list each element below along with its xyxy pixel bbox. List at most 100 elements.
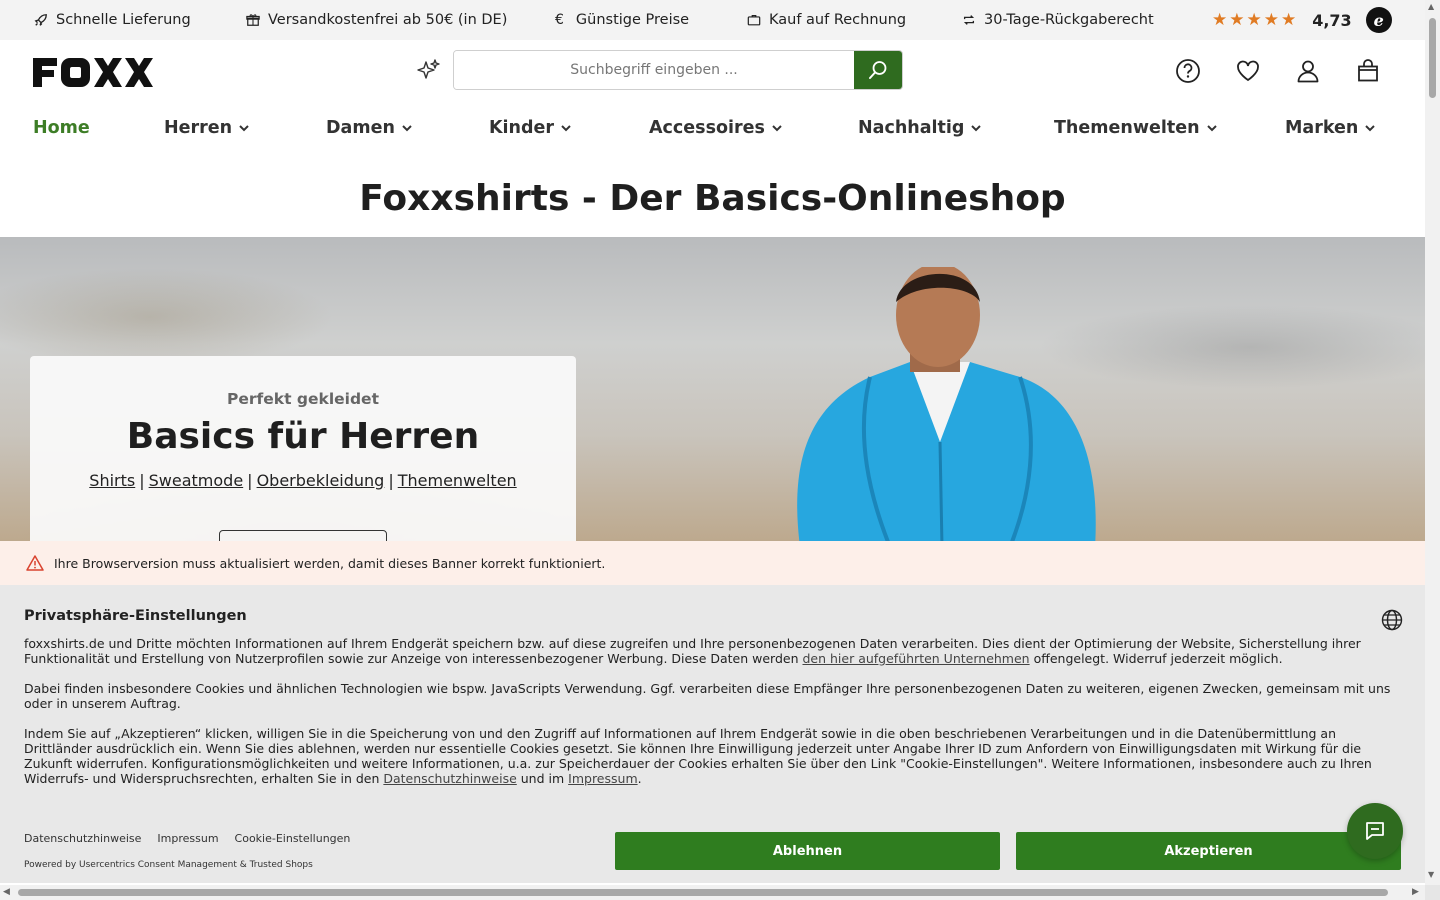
nav-label: Accessoires <box>649 118 765 138</box>
hero-teaser-card: Perfekt gekleidet Basics für Herren Shir… <box>30 356 576 541</box>
nav-label: Damen <box>326 118 395 138</box>
chevron-down-icon <box>772 125 782 132</box>
rating-score: 4,73 <box>1312 10 1352 30</box>
hero-category-links: Shirts | Sweatmode | Oberbekleidung | Themenwe… <box>30 471 576 490</box>
usp-bar: Schnelle Lieferung Versandkostenfrei ab … <box>0 0 1425 40</box>
consent-text: Privatsphäre-Einstellungen foxxshirts.de… <box>0 585 1425 787</box>
consent-footer-links: Datenschutzhinweise Impressum Cookie-Ein… <box>24 832 350 845</box>
nav-item-herren[interactable]: Herren <box>164 118 250 138</box>
hero-link-shirts[interactable]: Shirts <box>89 471 135 490</box>
nav-item-accessoires[interactable]: Accessoires <box>649 118 783 138</box>
browser-warning: Ihre Browserversion muss aktualisiert we… <box>0 541 1425 585</box>
hero-link-oberbekleidung[interactable]: Oberbekleidung <box>257 471 385 490</box>
chevron-down-icon <box>1206 125 1217 132</box>
chat-bubble-icon <box>1366 822 1384 840</box>
nav-item-nachhaltig[interactable]: Nachhaltig <box>858 118 982 138</box>
nav-item-themenwelten[interactable]: Themenwelten <box>1054 118 1218 138</box>
imprint-link-inline[interactable]: Impressum <box>568 771 637 786</box>
hero-link-themenwelten[interactable]: Themenwelten <box>398 471 517 490</box>
scroll-up-arrow-icon[interactable]: ▲ <box>1428 2 1434 11</box>
consent-paragraph: Indem Sie auf „Akzeptieren“ klicken, wil… <box>24 726 1401 786</box>
hero-kicker: Perfekt gekleidet <box>227 390 379 408</box>
nav-item-kinder[interactable]: Kinder <box>489 118 572 138</box>
warning-icon <box>26 555 44 571</box>
chevron-down-icon <box>239 125 249 132</box>
usp-label: Günstige Preise <box>575 12 690 28</box>
usp-returns: 30-Tage-Rückgaberecht <box>962 0 1154 40</box>
privacy-policy-link[interactable]: Datenschutzhinweise <box>24 832 141 845</box>
trusted-shops-badge-icon: e <box>1365 7 1392 33</box>
link-separator: | <box>388 471 394 490</box>
briefcase-icon <box>747 15 761 26</box>
cart-button[interactable] <box>1355 58 1381 84</box>
logo-icon <box>33 58 153 87</box>
vertical-scroll-thumb[interactable] <box>1429 18 1436 98</box>
chat-button[interactable] <box>1347 803 1403 859</box>
trusted-shops-rating[interactable]: ★★★★★ 4,73 e <box>1212 0 1392 40</box>
rocket-icon <box>34 14 47 26</box>
shopping-bag-icon <box>1358 59 1378 82</box>
consent-paragraph: Dabei finden insbesondere Cookies und äh… <box>24 681 1391 711</box>
help-icon <box>1176 59 1200 83</box>
hero-cta-button[interactable] <box>219 530 387 541</box>
cookie-consent-banner: Ihre Browserversion muss aktualisiert we… <box>0 541 1425 883</box>
decline-button[interactable]: Ablehnen <box>615 832 1000 870</box>
search-icon <box>869 61 887 79</box>
chevron-down-icon <box>402 125 412 132</box>
nav-label: Kinder <box>489 118 555 138</box>
chevron-down-icon <box>561 125 571 132</box>
imprint-link[interactable]: Impressum <box>157 832 218 845</box>
globe-icon <box>1381 609 1403 631</box>
cookie-settings-link[interactable]: Cookie-Einstellungen <box>235 832 351 845</box>
usp-fast-delivery: Schnelle Lieferung <box>34 0 191 40</box>
nav-item-damen[interactable]: Damen <box>326 118 413 138</box>
help-button[interactable] <box>1175 58 1201 84</box>
horizontal-scrollbar[interactable]: ◀ ▶ <box>0 885 1425 900</box>
scroll-left-arrow-icon[interactable]: ◀ <box>3 887 10 897</box>
nav-label: Nachhaltig <box>858 118 965 138</box>
nav-label: Marken <box>1285 118 1359 138</box>
vertical-scrollbar[interactable]: ▲ ▼ <box>1425 0 1440 885</box>
link-separator: | <box>247 471 253 490</box>
rating-stars: ★★★★★ <box>1212 10 1299 30</box>
usp-label: Schnelle Lieferung <box>56 12 191 28</box>
browser-warning-text: Ihre Browserversion muss aktualisiert we… <box>54 555 606 571</box>
privacy-link-inline[interactable]: Datenschutzhinweise <box>383 771 516 786</box>
foxx-logo[interactable] <box>33 58 154 91</box>
chevron-down-icon <box>971 125 982 132</box>
usp-label: Kauf auf Rechnung <box>769 12 907 28</box>
chevron-down-icon <box>1365 125 1376 132</box>
search-input[interactable] <box>454 51 854 89</box>
accept-button[interactable]: Akzeptieren <box>1016 832 1401 870</box>
nav-label: Home <box>33 118 90 138</box>
hero-link-sweatmode[interactable]: Sweatmode <box>149 471 244 490</box>
scroll-right-arrow-icon[interactable]: ▶ <box>1412 887 1419 897</box>
nav-item-marken[interactable]: Marken <box>1285 118 1376 138</box>
language-button[interactable] <box>1381 609 1403 635</box>
nav-label: Themenwelten <box>1054 118 1200 138</box>
search-button[interactable] <box>854 51 902 89</box>
horizontal-scroll-thumb[interactable] <box>18 889 1388 896</box>
hero-model-image <box>797 267 1096 541</box>
search-bar <box>453 50 903 90</box>
link-separator: | <box>139 471 145 490</box>
ai-search-sparkle-icon[interactable] <box>415 58 441 88</box>
consent-text-part: Indem Sie auf „Akzeptieren“ klicken, wil… <box>24 726 1372 786</box>
euro-icon: € <box>555 12 564 28</box>
nav-label: Herren <box>164 118 233 138</box>
vendor-list-link[interactable]: den hier aufgeführten Unternehmen <box>802 651 1029 666</box>
powered-by-text: Powered by Usercentrics Consent Manageme… <box>24 860 313 870</box>
wishlist-button[interactable] <box>1235 58 1261 84</box>
hero-title: Basics für Herren <box>126 416 480 457</box>
return-icon <box>963 15 975 25</box>
main-navigation: Home Herren Damen Kinder Accessoires Nac… <box>0 118 1425 146</box>
scrollbar-corner <box>1425 885 1440 900</box>
consent-title: Privatsphäre-Einstellungen <box>24 608 247 624</box>
hero-banner[interactable]: Perfekt gekleidet Basics für Herren Shir… <box>0 237 1425 541</box>
account-button[interactable] <box>1295 58 1321 84</box>
usp-low-prices: € Günstige Preise <box>555 0 689 40</box>
usp-label: Versandkostenfrei ab 50€ (in DE) <box>268 12 508 28</box>
scroll-down-arrow-icon[interactable]: ▼ <box>1428 870 1434 879</box>
usp-invoice: Kauf auf Rechnung <box>747 0 906 40</box>
nav-item-home[interactable]: Home <box>33 118 90 138</box>
